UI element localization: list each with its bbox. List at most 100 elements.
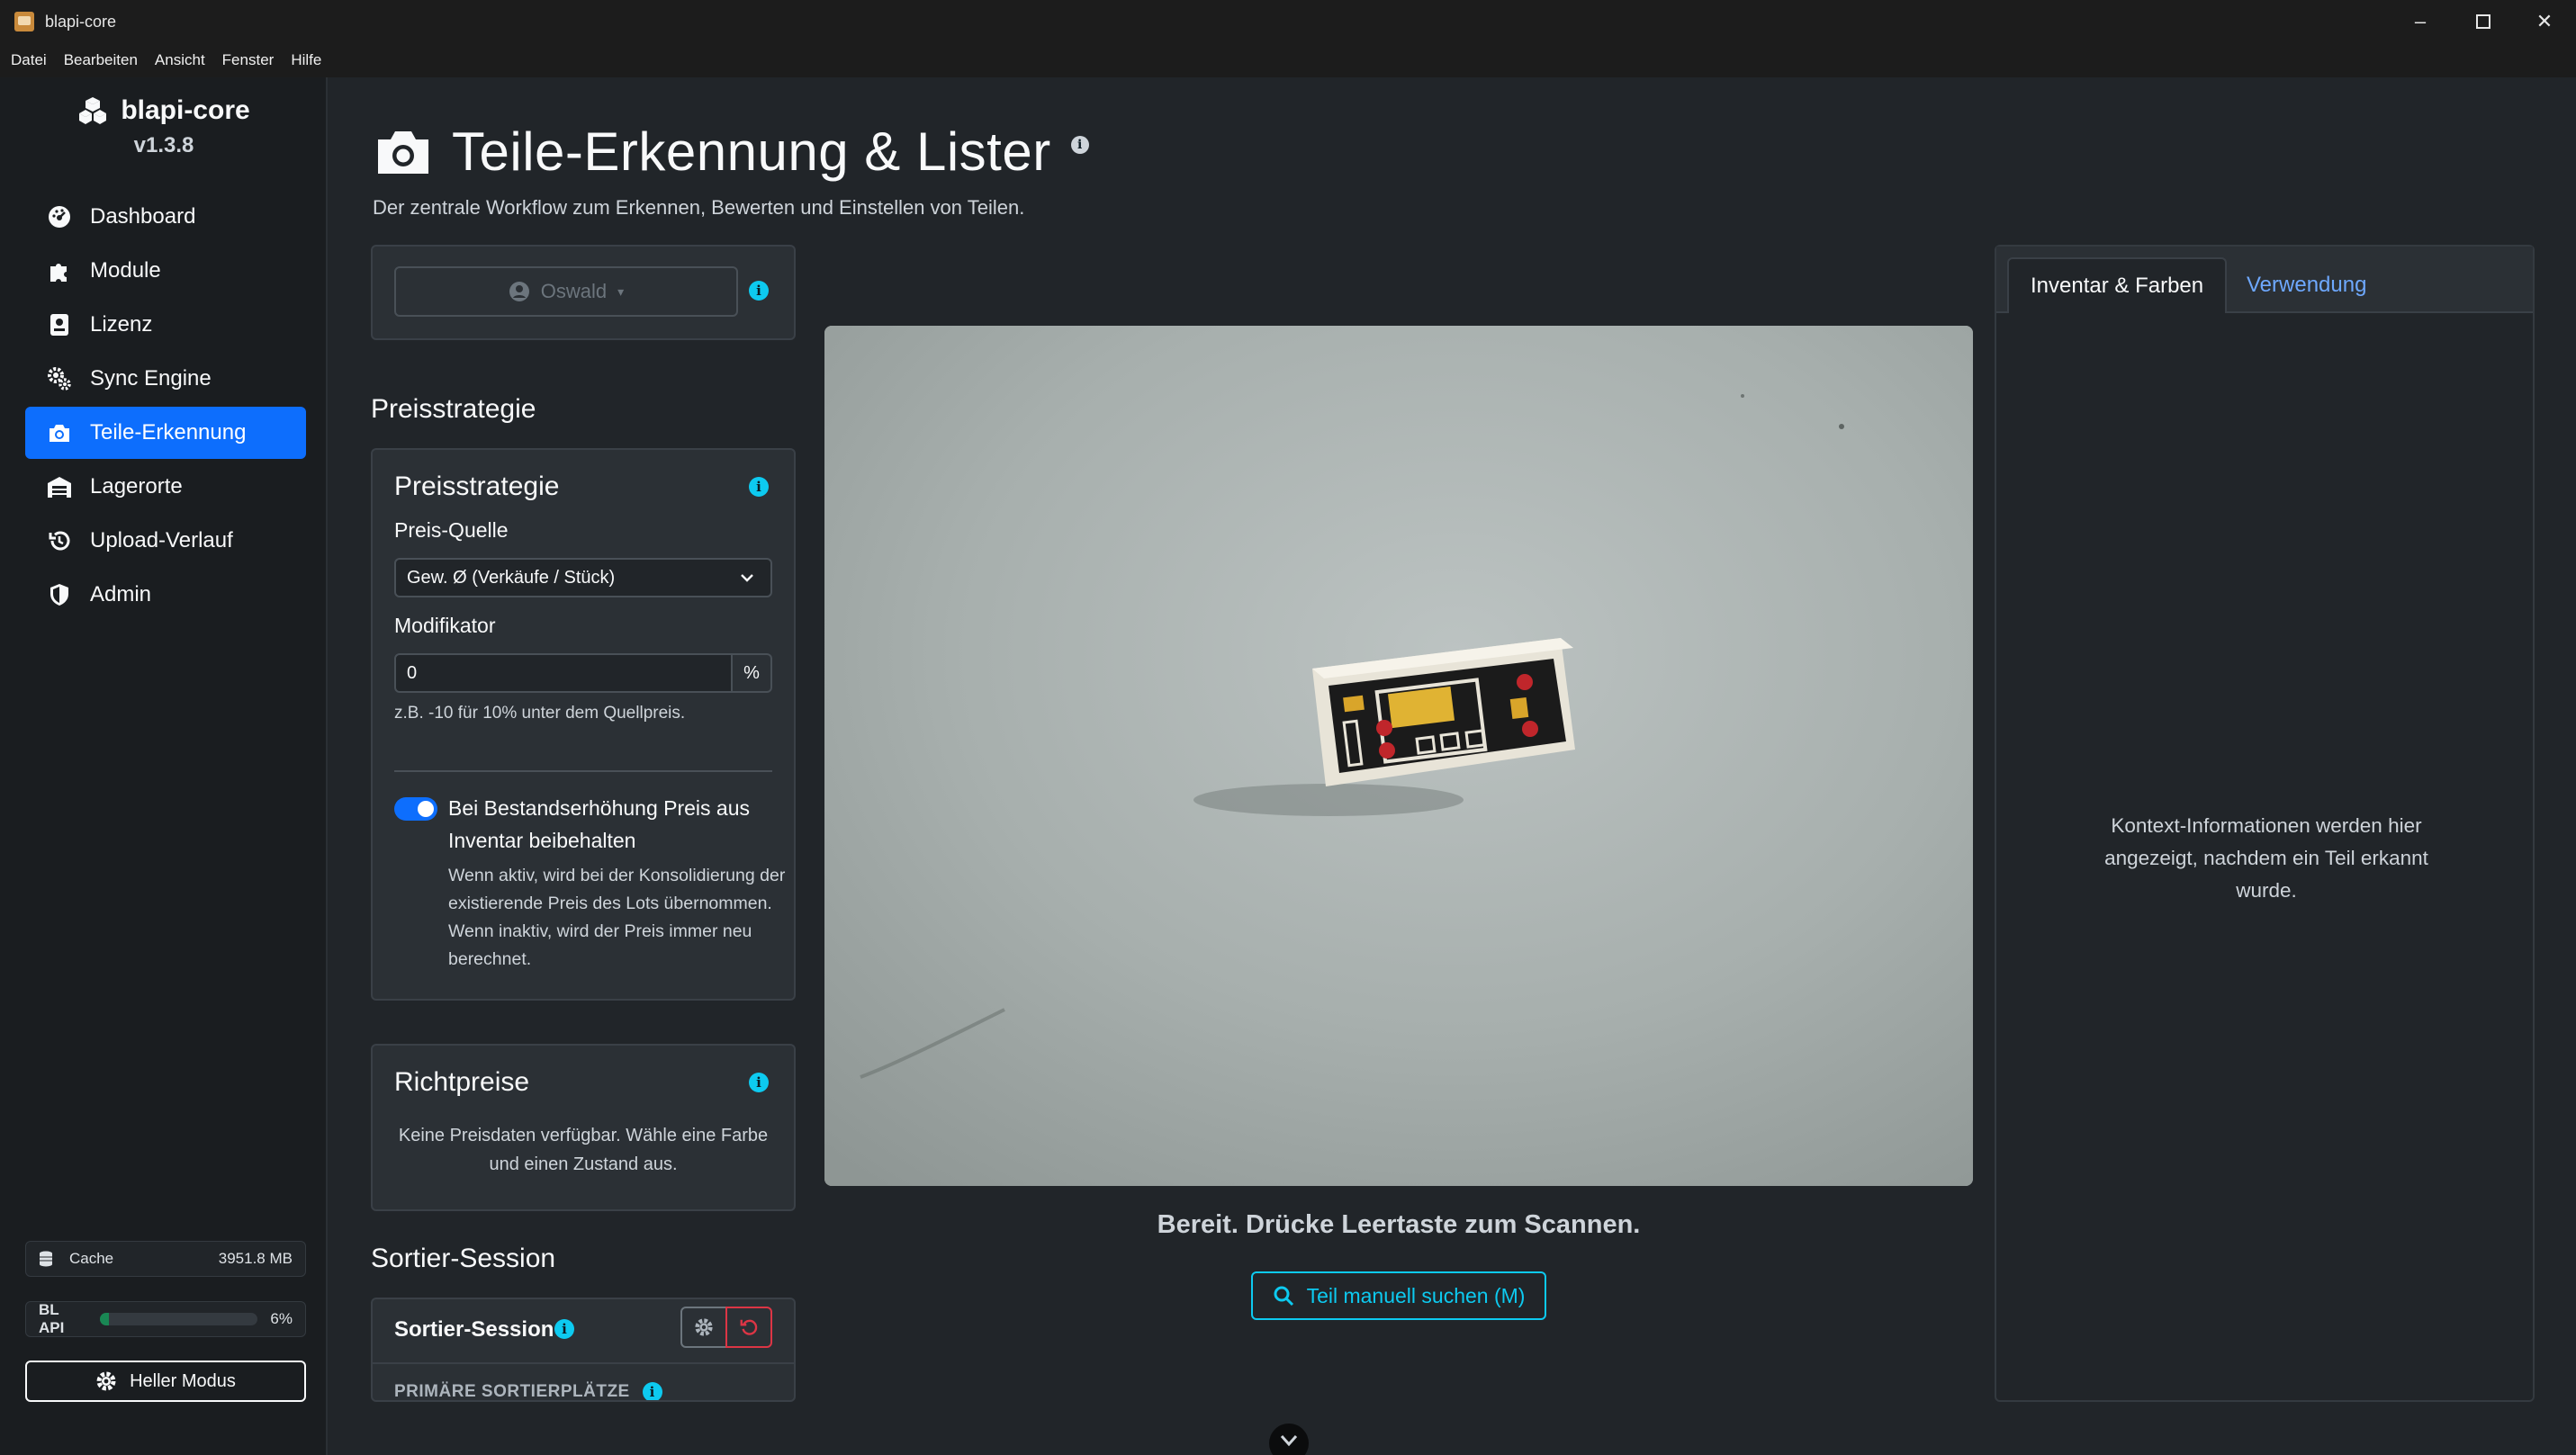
search-icon bbox=[1274, 1286, 1293, 1307]
divider bbox=[373, 1362, 794, 1364]
bl-api-progress bbox=[99, 1313, 258, 1325]
guide-prices-title: Richtpreise bbox=[394, 1067, 530, 1097]
brand: blapi-core v1.3.8 bbox=[0, 95, 328, 158]
sort-session-card-title: Sortier-Session bbox=[394, 1317, 554, 1342]
reset-icon bbox=[740, 1319, 758, 1335]
primary-sort-slots-label: PRIMÄRE SORTIERPLÄTZE bbox=[394, 1382, 630, 1401]
puzzle-icon bbox=[47, 258, 72, 283]
database-icon bbox=[40, 1251, 52, 1267]
sort-session-section-title: Sortier-Session bbox=[371, 1244, 556, 1273]
modifier-unit: % bbox=[733, 653, 772, 693]
warehouse-icon bbox=[47, 474, 72, 499]
close-button[interactable]: ✕ bbox=[2513, 0, 2576, 43]
minimize-button[interactable]: – bbox=[2389, 0, 2452, 43]
sidebar-nav: Dashboard Module Lizenz Sync Engine Teil… bbox=[25, 191, 306, 623]
menu-ansicht[interactable]: Ansicht bbox=[155, 51, 205, 69]
chevron-down-icon bbox=[1280, 1435, 1298, 1447]
sort-session-actions bbox=[680, 1307, 772, 1348]
menu-fenster[interactable]: Fenster bbox=[222, 51, 275, 69]
price-source-select[interactable]: Gew. Ø (Verkäufe / Stück) bbox=[394, 558, 772, 597]
sidebar-item-sync-engine[interactable]: Sync Engine bbox=[25, 353, 306, 405]
pricing-card: Preisstrategie i Preis-Quelle Gew. Ø (Ve… bbox=[371, 448, 796, 1001]
info-icon[interactable]: i bbox=[1070, 135, 1089, 154]
context-tabs: Inventar & Farben Verwendung bbox=[1996, 247, 2533, 313]
modifier-label: Modifikator bbox=[394, 614, 496, 637]
gear-icon bbox=[695, 1318, 713, 1336]
user-name: Oswald bbox=[540, 280, 608, 302]
sidebar: blapi-core v1.3.8 Dashboard Module Lizen… bbox=[0, 77, 328, 1455]
user-select[interactable]: Oswald ▾ bbox=[394, 266, 738, 317]
menu-bar: Datei Bearbeiten Ansicht Fenster Hilfe bbox=[0, 43, 2576, 77]
app-icon bbox=[14, 12, 34, 31]
bl-api-progress-fill bbox=[99, 1313, 110, 1325]
sidebar-item-module[interactable]: Module bbox=[25, 245, 306, 297]
user-card: Oswald ▾ i bbox=[371, 245, 796, 340]
light-mode-label: Heller Modus bbox=[130, 1370, 236, 1391]
keep-price-title: Bei Bestandserhöhung Preis aus Inventar … bbox=[448, 796, 750, 852]
modifier-input[interactable]: 0 bbox=[394, 653, 733, 693]
sort-session-reset-button[interactable] bbox=[725, 1307, 772, 1348]
page-title: Teile-Erkennung & Lister bbox=[452, 121, 1051, 182]
pricing-section-title: Preisstrategie bbox=[371, 394, 536, 424]
bl-api-value: 6% bbox=[270, 1310, 293, 1327]
sidebar-item-label: Admin bbox=[90, 582, 152, 606]
sidebar-item-label: Lagerorte bbox=[90, 474, 183, 498]
light-mode-button[interactable]: Heller Modus bbox=[25, 1361, 306, 1402]
tab-inventar-farben[interactable]: Inventar & Farben bbox=[2007, 257, 2228, 313]
pricing-card-title: Preisstrategie bbox=[394, 472, 560, 501]
menu-datei[interactable]: Datei bbox=[11, 51, 47, 69]
guide-prices-empty: Keine Preisdaten verfügbar. Wähle eine F… bbox=[398, 1126, 769, 1174]
gear-icon bbox=[96, 1371, 116, 1391]
context-empty-message: Kontext-Informationen werden hier angeze… bbox=[2104, 814, 2428, 902]
manual-search-button[interactable]: Teil manuell suchen (M) bbox=[1251, 1271, 1546, 1320]
tab-verwendung[interactable]: Verwendung bbox=[2225, 257, 2388, 313]
camera-feed[interactable] bbox=[824, 326, 1973, 1186]
shield-icon bbox=[47, 582, 72, 607]
guide-prices-card: Richtpreise i Keine Preisdaten verfügbar… bbox=[371, 1044, 796, 1211]
dashboard-icon bbox=[47, 204, 72, 229]
pricing-info-icon[interactable]: i bbox=[749, 477, 769, 497]
camera-image bbox=[824, 326, 1973, 1186]
sidebar-item-label: Upload-Verlauf bbox=[90, 528, 233, 552]
brand-name: blapi-core bbox=[121, 95, 250, 125]
user-circle-icon bbox=[509, 282, 529, 301]
maximize-button[interactable] bbox=[2452, 0, 2515, 43]
camera-icon bbox=[378, 130, 428, 174]
sidebar-item-lizenz[interactable]: Lizenz bbox=[25, 299, 306, 351]
scanner-status: Bereit. Drücke Leertaste zum Scannen. bbox=[1157, 1210, 1641, 1239]
cache-label: Cache bbox=[69, 1250, 114, 1267]
sidebar-item-upload-verlauf[interactable]: Upload-Verlauf bbox=[25, 515, 306, 567]
sidebar-item-label: Teile-Erkennung bbox=[90, 420, 247, 445]
sidebar-item-lagerorte[interactable]: Lagerorte bbox=[25, 461, 306, 513]
guide-prices-info-icon[interactable]: i bbox=[749, 1073, 769, 1092]
history-icon bbox=[47, 528, 72, 553]
sort-session-settings-button[interactable] bbox=[680, 1307, 727, 1348]
sidebar-item-label: Module bbox=[90, 258, 161, 283]
modifier-input-group: 0 % bbox=[394, 653, 772, 693]
title-bar: blapi-core – ✕ bbox=[0, 0, 2576, 43]
sort-session-card: Sortier-Session i PRIMÄRE SORTIERPLÄTZE … bbox=[371, 1298, 796, 1402]
price-source-label: Preis-Quelle bbox=[394, 518, 509, 542]
price-source-value: Gew. Ø (Verkäufe / Stück) bbox=[407, 567, 616, 588]
sidebar-item-teile-erkennung[interactable]: Teile-Erkennung bbox=[25, 407, 306, 459]
keep-price-description: Wenn aktiv, wird bei der Konsolidierung … bbox=[448, 866, 786, 969]
user-info-icon[interactable]: i bbox=[749, 281, 769, 301]
bl-api-label: BL API bbox=[39, 1301, 65, 1336]
primary-sort-slots-info-icon[interactable]: i bbox=[642, 1382, 662, 1400]
sidebar-item-admin[interactable]: Admin bbox=[25, 569, 306, 621]
sort-session-info-icon[interactable]: i bbox=[554, 1319, 574, 1339]
manual-search-label: Teil manuell suchen (M) bbox=[1306, 1283, 1526, 1307]
modifier-hint: z.B. -10 für 10% unter dem Quellpreis. bbox=[394, 704, 686, 723]
context-panel: Inventar & Farben Verwendung Kontext-Inf… bbox=[1995, 245, 2535, 1402]
scroll-down-button[interactable] bbox=[1269, 1424, 1309, 1455]
caret-down-icon: ▾ bbox=[617, 283, 625, 299]
sidebar-item-dashboard[interactable]: Dashboard bbox=[25, 191, 306, 243]
chevron-down-icon bbox=[741, 574, 753, 582]
primary-sort-slots-header: PRIMÄRE SORTIERPLÄTZE i bbox=[394, 1382, 662, 1401]
menu-hilfe[interactable]: Hilfe bbox=[291, 51, 321, 69]
menu-bearbeiten[interactable]: Bearbeiten bbox=[64, 51, 138, 69]
cache-stat: Cache 3951.8 MB bbox=[25, 1241, 306, 1277]
sidebar-item-label: Dashboard bbox=[90, 204, 196, 229]
keep-price-toggle[interactable] bbox=[394, 797, 437, 821]
sidebar-item-label: Sync Engine bbox=[90, 366, 212, 391]
